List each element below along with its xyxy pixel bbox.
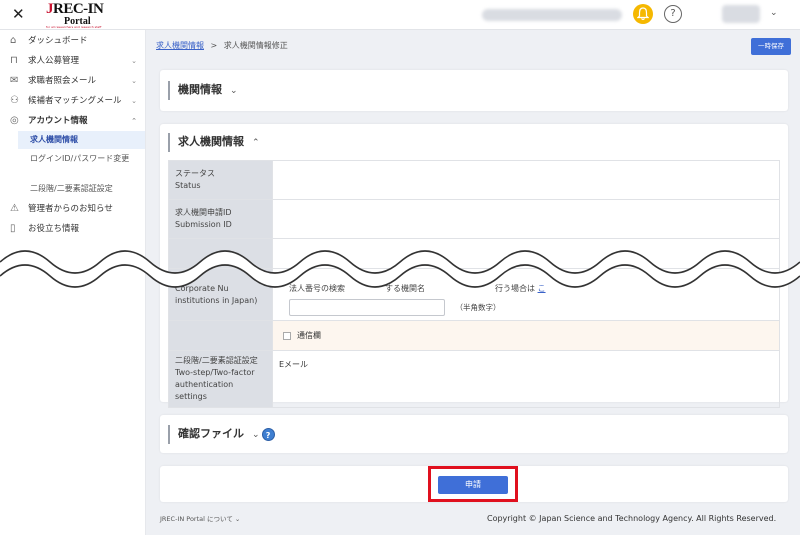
sidebar-item-useful-info[interactable]: ▯ お役立ち情報 bbox=[0, 219, 145, 239]
section-header-recruiting-institution[interactable]: 求人機関情報 ⌃ bbox=[168, 133, 260, 152]
board-icon: ⊓ bbox=[10, 55, 18, 66]
section-header-institution[interactable]: 機関情報 ⌄ bbox=[168, 81, 238, 100]
section-header-confirmation-file[interactable]: 確認ファイル ⌄? bbox=[168, 425, 275, 444]
chevron-down-icon: ⌄ bbox=[252, 430, 260, 440]
apply-button[interactable]: 申請 bbox=[438, 476, 508, 494]
breadcrumb-current: 求人機関情報修正 bbox=[223, 41, 288, 50]
help-icon[interactable]: ? bbox=[664, 5, 682, 23]
chevron-down-icon[interactable]: ⌄ bbox=[770, 8, 778, 18]
sidebar-item-seeker-inquiry-mail[interactable]: ✉ 求職者照会メール ⌄ bbox=[0, 71, 145, 91]
confirmation-file-card: 確認ファイル ⌄? bbox=[160, 415, 788, 453]
top-header: ✕ JREC-IN Portal for all researchers and… bbox=[0, 0, 800, 30]
sidebar-item-account-info[interactable]: ◎ アカウント情報 ⌃ bbox=[0, 111, 145, 131]
chevron-down-icon: ⌄ bbox=[131, 57, 137, 65]
breadcrumb: 求人機関情報 > 求人機関情報修正 bbox=[156, 41, 288, 50]
warning-icon: ⚠ bbox=[10, 203, 19, 214]
two-factor-row: 二段階/二要素認証設定 Two-step/Two-factor authenti… bbox=[168, 350, 780, 408]
communication-checkbox[interactable] bbox=[283, 331, 291, 340]
mail-icon: ✉ bbox=[10, 75, 19, 86]
table-row: 求人機関申請ID Submission ID bbox=[168, 199, 780, 239]
sidebar-subitem-login-password[interactable]: ログインID/パスワード変更 bbox=[18, 149, 145, 179]
chevron-up-icon: ⌃ bbox=[252, 138, 260, 148]
blurred-user-name[interactable] bbox=[722, 5, 760, 23]
table-row: ステータス Status bbox=[168, 160, 780, 200]
torn-page-break bbox=[0, 250, 800, 288]
close-icon[interactable]: ✕ bbox=[12, 6, 25, 22]
chevron-down-icon: ⌄ bbox=[230, 86, 238, 96]
about-link[interactable]: JREC-IN Portal について ⌄ bbox=[160, 513, 240, 523]
communication-row: 通信欄 bbox=[168, 320, 780, 351]
sidebar-item-dashboard[interactable]: ⌂ ダッシュボード bbox=[0, 31, 145, 51]
notification-bell-icon[interactable] bbox=[633, 4, 653, 24]
home-icon: ⌂ bbox=[10, 35, 17, 46]
jrec-in-logo[interactable]: JREC-IN Portal for all researchers and r… bbox=[46, 2, 110, 29]
temporary-save-button[interactable]: 一時保存 bbox=[751, 38, 791, 55]
apply-highlight-box: 申請 bbox=[428, 466, 518, 502]
sidebar-subitem-institution-info[interactable]: 求人機関情報 bbox=[18, 131, 145, 149]
breadcrumb-link[interactable]: 求人機関情報 bbox=[156, 41, 204, 50]
corporate-number-input[interactable] bbox=[289, 299, 445, 316]
book-icon: ▯ bbox=[10, 223, 16, 234]
help-circle-icon[interactable]: ? bbox=[261, 427, 275, 441]
chevron-down-icon: ⌄ bbox=[131, 97, 137, 105]
sidebar-item-job-management[interactable]: ⊓ 求人公募管理 ⌄ bbox=[0, 51, 145, 71]
people-icon: ⚇ bbox=[10, 95, 19, 106]
chevron-up-icon: ⌃ bbox=[131, 117, 137, 125]
sidebar-item-admin-notices[interactable]: ⚠ 管理者からのお知らせ bbox=[0, 199, 145, 219]
sidebar-subitem-two-factor[interactable]: 二段階/二要素認証設定 bbox=[18, 179, 145, 199]
sidebar-item-candidate-matching-mail[interactable]: ⚇ 候補者マッチングメール ⌄ bbox=[0, 91, 145, 111]
blurred-institution-name bbox=[482, 9, 622, 21]
institution-info-card: 機関情報 ⌄ bbox=[160, 70, 788, 111]
chevron-down-icon: ⌄ bbox=[131, 77, 137, 85]
copyright-text: Copyright © Japan Science and Technology… bbox=[487, 514, 777, 523]
account-icon: ◎ bbox=[10, 115, 19, 126]
